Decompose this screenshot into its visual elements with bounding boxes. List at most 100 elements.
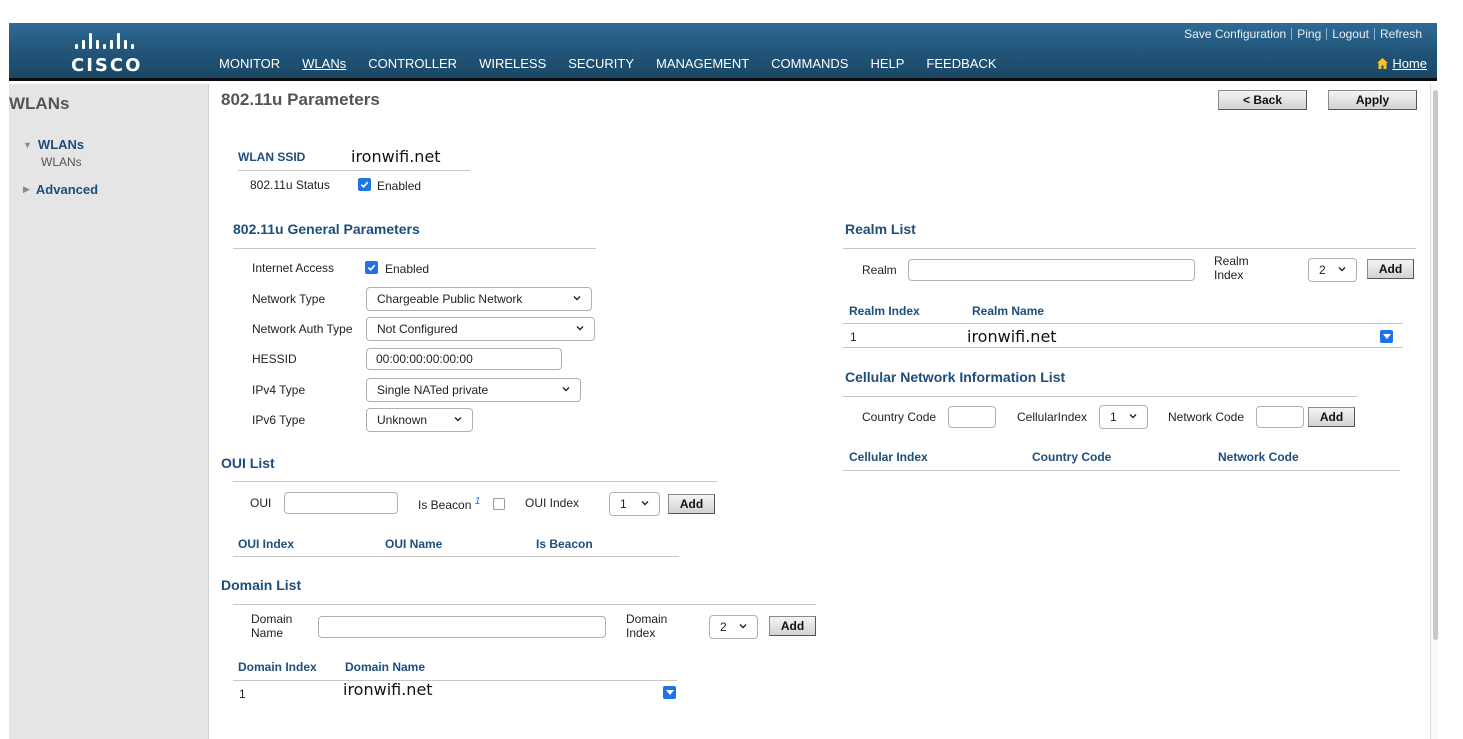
oui-index-label: OUI Index bbox=[525, 496, 580, 510]
divider bbox=[238, 170, 470, 171]
divider bbox=[233, 481, 717, 482]
realm-index-label: Realm Index bbox=[1214, 254, 1249, 282]
network-auth-type-select[interactable]: Not Configured bbox=[366, 317, 595, 341]
utility-links: Save Configuration Ping Logout Refresh bbox=[1179, 27, 1427, 41]
refresh-link[interactable]: Refresh bbox=[1375, 27, 1427, 41]
wlan-ssid-label: WLAN SSID bbox=[238, 150, 306, 164]
oui-index-select[interactable]: 1 bbox=[609, 492, 660, 516]
oui-add-button[interactable]: Add bbox=[668, 494, 715, 514]
ipv6-type-select[interactable]: Unknown bbox=[366, 408, 473, 432]
realm-add-button[interactable]: Add bbox=[1367, 259, 1414, 279]
logout-link[interactable]: Logout bbox=[1327, 27, 1374, 41]
network-code-label: Network Code bbox=[1168, 410, 1245, 424]
sidebar-subitem-wlans[interactable]: WLANs bbox=[41, 155, 82, 169]
domain-index-select[interactable]: 2 bbox=[709, 615, 758, 639]
oui-input[interactable] bbox=[284, 492, 398, 514]
nav-management[interactable]: MANAGEMENT bbox=[656, 56, 749, 71]
back-button[interactable]: < Back bbox=[1218, 90, 1307, 110]
home-link[interactable]: Home bbox=[1377, 56, 1427, 71]
domain-name-label: Domain Name bbox=[251, 612, 293, 640]
realm-row-menu-button[interactable] bbox=[1380, 330, 1393, 343]
chevron-down-icon bbox=[573, 296, 581, 301]
nav-commands[interactable]: COMMANDS bbox=[771, 56, 848, 71]
oui-label: OUI bbox=[250, 496, 272, 510]
realm-col-index: Realm Index bbox=[849, 304, 920, 318]
status-checkbox[interactable] bbox=[358, 178, 371, 191]
internet-access-enabled-text: Enabled bbox=[385, 262, 430, 276]
vertical-scrollbar[interactable] bbox=[1430, 84, 1439, 739]
nav-help[interactable]: HELP bbox=[870, 56, 904, 71]
cellular-col-country: Country Code bbox=[1032, 450, 1112, 464]
ipv4-type-select[interactable]: Single NATed private bbox=[366, 378, 581, 402]
wlan-ssid-value: ironwifi.net bbox=[351, 147, 441, 166]
checkbox-check-icon bbox=[360, 181, 369, 189]
apply-button[interactable]: Apply bbox=[1328, 90, 1417, 110]
oui-col-name: OUI Name bbox=[385, 537, 443, 551]
network-auth-type-label: Network Auth Type bbox=[252, 322, 353, 336]
domain-index-label: Domain Index bbox=[626, 612, 668, 640]
internet-access-checkbox[interactable] bbox=[365, 261, 378, 274]
realm-row-name: ironwifi.net bbox=[967, 327, 1057, 346]
sidebar-title: WLANs bbox=[9, 94, 70, 113]
top-header: CISCO Save Configuration Ping Logout Ref… bbox=[9, 23, 1437, 81]
realm-index-select[interactable]: 2 bbox=[1308, 258, 1357, 282]
cisco-logo-icon: CISCO bbox=[71, 29, 161, 76]
is-beacon-checkbox[interactable] bbox=[493, 498, 505, 510]
domain-col-index: Domain Index bbox=[238, 660, 317, 674]
oui-list-heading: OUI List bbox=[221, 455, 275, 471]
nav-wireless[interactable]: WIRELESS bbox=[479, 56, 546, 71]
chevron-down-icon bbox=[1382, 333, 1391, 339]
divider bbox=[843, 248, 1416, 249]
status-label: 802.11u Status bbox=[250, 178, 330, 192]
domain-row-name: ironwifi.net bbox=[343, 680, 433, 699]
ipv6-type-label: IPv6 Type bbox=[252, 413, 306, 427]
hessid-input[interactable]: 00:00:00:00:00:00 bbox=[366, 348, 562, 370]
domain-name-input[interactable] bbox=[318, 616, 606, 638]
home-icon bbox=[1377, 58, 1389, 69]
chevron-down-icon bbox=[1338, 267, 1346, 272]
cellular-index-value: 1 bbox=[1110, 410, 1117, 424]
divider bbox=[233, 680, 677, 681]
chevron-down-icon bbox=[576, 326, 584, 331]
network-type-value: Chargeable Public Network bbox=[377, 292, 523, 306]
internet-access-label: Internet Access bbox=[252, 261, 335, 275]
divider bbox=[843, 396, 1357, 397]
chevron-down-icon bbox=[739, 624, 747, 629]
nav-controller[interactable]: CONTROLLER bbox=[368, 56, 457, 71]
save-configuration-link[interactable]: Save Configuration bbox=[1179, 27, 1291, 41]
ipv6-type-value: Unknown bbox=[377, 413, 428, 427]
cellular-index-select[interactable]: 1 bbox=[1099, 405, 1148, 429]
sidebar-item-label: WLANs bbox=[37, 137, 85, 152]
realm-input[interactable] bbox=[908, 259, 1195, 281]
nav-monitor[interactable]: MONITOR bbox=[219, 56, 280, 71]
sidebar-item-wlans[interactable]: ▼ WLANs bbox=[23, 137, 84, 152]
nav-security[interactable]: SECURITY bbox=[568, 56, 634, 71]
divider bbox=[843, 323, 1403, 324]
ping-link[interactable]: Ping bbox=[1292, 27, 1326, 41]
network-type-label: Network Type bbox=[252, 292, 326, 306]
divider bbox=[233, 604, 816, 605]
realm-col-name: Realm Name bbox=[972, 304, 1045, 318]
realm-label: Realm bbox=[862, 263, 897, 277]
cellular-col-network: Network Code bbox=[1218, 450, 1299, 464]
cellular-add-button[interactable]: Add bbox=[1308, 407, 1355, 427]
divider bbox=[843, 470, 1400, 471]
cellular-col-index: Cellular Index bbox=[849, 450, 928, 464]
nav-wlans[interactable]: WLANs bbox=[302, 56, 346, 71]
chevron-down-icon bbox=[454, 417, 462, 422]
realm-row-index: 1 bbox=[850, 330, 857, 344]
sidebar: WLANs ▼ WLANs WLANs ▶ Advanced bbox=[9, 84, 209, 739]
chevron-down-icon bbox=[665, 689, 674, 695]
sidebar-item-advanced[interactable]: ▶ Advanced bbox=[23, 182, 98, 197]
status-enabled-text: Enabled bbox=[377, 179, 422, 193]
cellular-index-label: CellularIndex bbox=[1017, 410, 1088, 424]
network-code-input[interactable] bbox=[1256, 406, 1304, 428]
domain-row-menu-button[interactable] bbox=[663, 686, 676, 699]
domain-add-button[interactable]: Add bbox=[769, 616, 816, 636]
scrollbar-thumb[interactable] bbox=[1433, 90, 1438, 640]
cellular-list-heading: Cellular Network Information List bbox=[845, 369, 1066, 385]
network-type-select[interactable]: Chargeable Public Network bbox=[366, 287, 592, 311]
nav-feedback[interactable]: FEEDBACK bbox=[926, 56, 996, 71]
domain-col-name: Domain Name bbox=[345, 660, 426, 674]
country-code-input[interactable] bbox=[948, 406, 996, 428]
